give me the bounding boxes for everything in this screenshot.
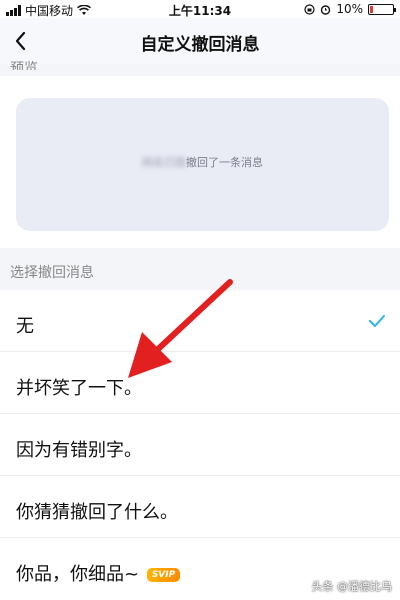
blurred-nickname: 网名已隐 — [142, 156, 186, 169]
watermark: 头条 @潘德比乌 — [311, 580, 393, 593]
status-right: 10% — [304, 2, 396, 16]
battery-icon — [368, 3, 396, 15]
preview-label: 预览 — [10, 61, 38, 70]
preview-card: 网名已隐撤回了一条消息 — [16, 98, 389, 231]
battery-percent: 10% — [336, 2, 363, 16]
svip-badge: SVIP — [146, 568, 181, 582]
option-typo[interactable]: 因为有错别字。 — [0, 414, 400, 476]
rotation-lock-icon — [304, 3, 315, 15]
alarm-icon — [321, 4, 331, 15]
recall-option-list: 无 并坏笑了一下。 因为有错别字。 你猜猜撤回了什么。 你品，你细品~ SVIP — [0, 290, 400, 600]
option-label: 你品，你细品~ — [16, 564, 140, 585]
option-guess[interactable]: 你猜猜撤回了什么。 — [0, 476, 400, 538]
preview-message: 网名已隐撤回了一条消息 — [16, 154, 389, 170]
option-label: 因为有错别字。 — [16, 440, 142, 461]
preview-message-text: 撤回了一条消息 — [186, 156, 263, 169]
select-section-label: 选择撤回消息 — [10, 265, 94, 281]
option-label: 并坏笑了一下。 — [16, 378, 142, 399]
option-smirk[interactable]: 并坏笑了一下。 — [0, 352, 400, 414]
option-label: 你猜猜撤回了什么。 — [16, 502, 178, 523]
page-title: 自定义撤回消息 — [140, 35, 260, 55]
preview-section: 网名已隐撤回了一条消息 — [0, 76, 400, 248]
nav-bar: 自定义撤回消息 — [0, 18, 400, 64]
checkmark-icon — [369, 315, 385, 327]
option-none[interactable]: 无 — [0, 290, 400, 352]
status-bar: 中国移动 上午11:34 10% — [0, 0, 400, 18]
option-label: 无 — [16, 316, 34, 337]
